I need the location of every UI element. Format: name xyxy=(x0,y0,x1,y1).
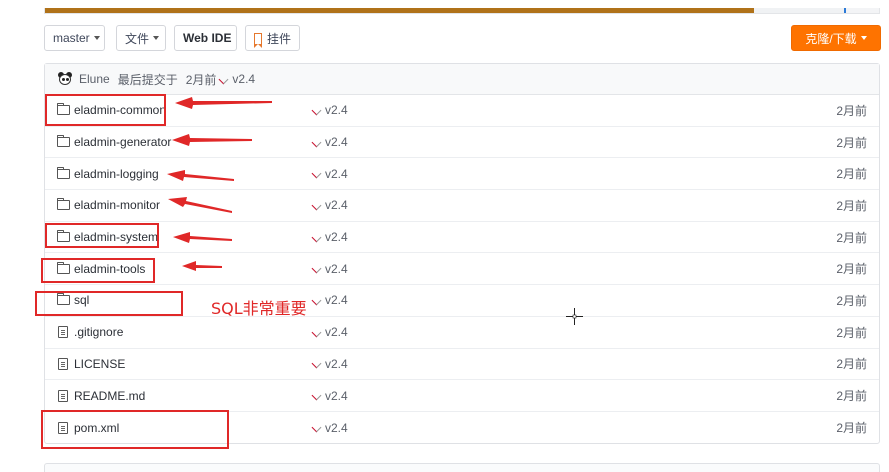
arrow-icon xyxy=(172,134,252,146)
crosshair-cursor-icon xyxy=(566,308,583,325)
arrow-icon xyxy=(167,170,234,181)
arrow-icon xyxy=(173,232,232,243)
repository-page: master 文件 Web IDE 挂件 克隆/下载 Elune 最后提交于 2… xyxy=(0,0,889,472)
arrow-icon xyxy=(175,97,272,109)
arrow-icon xyxy=(182,261,222,271)
annotation-arrows xyxy=(167,97,272,271)
arrow-icon xyxy=(168,197,232,213)
